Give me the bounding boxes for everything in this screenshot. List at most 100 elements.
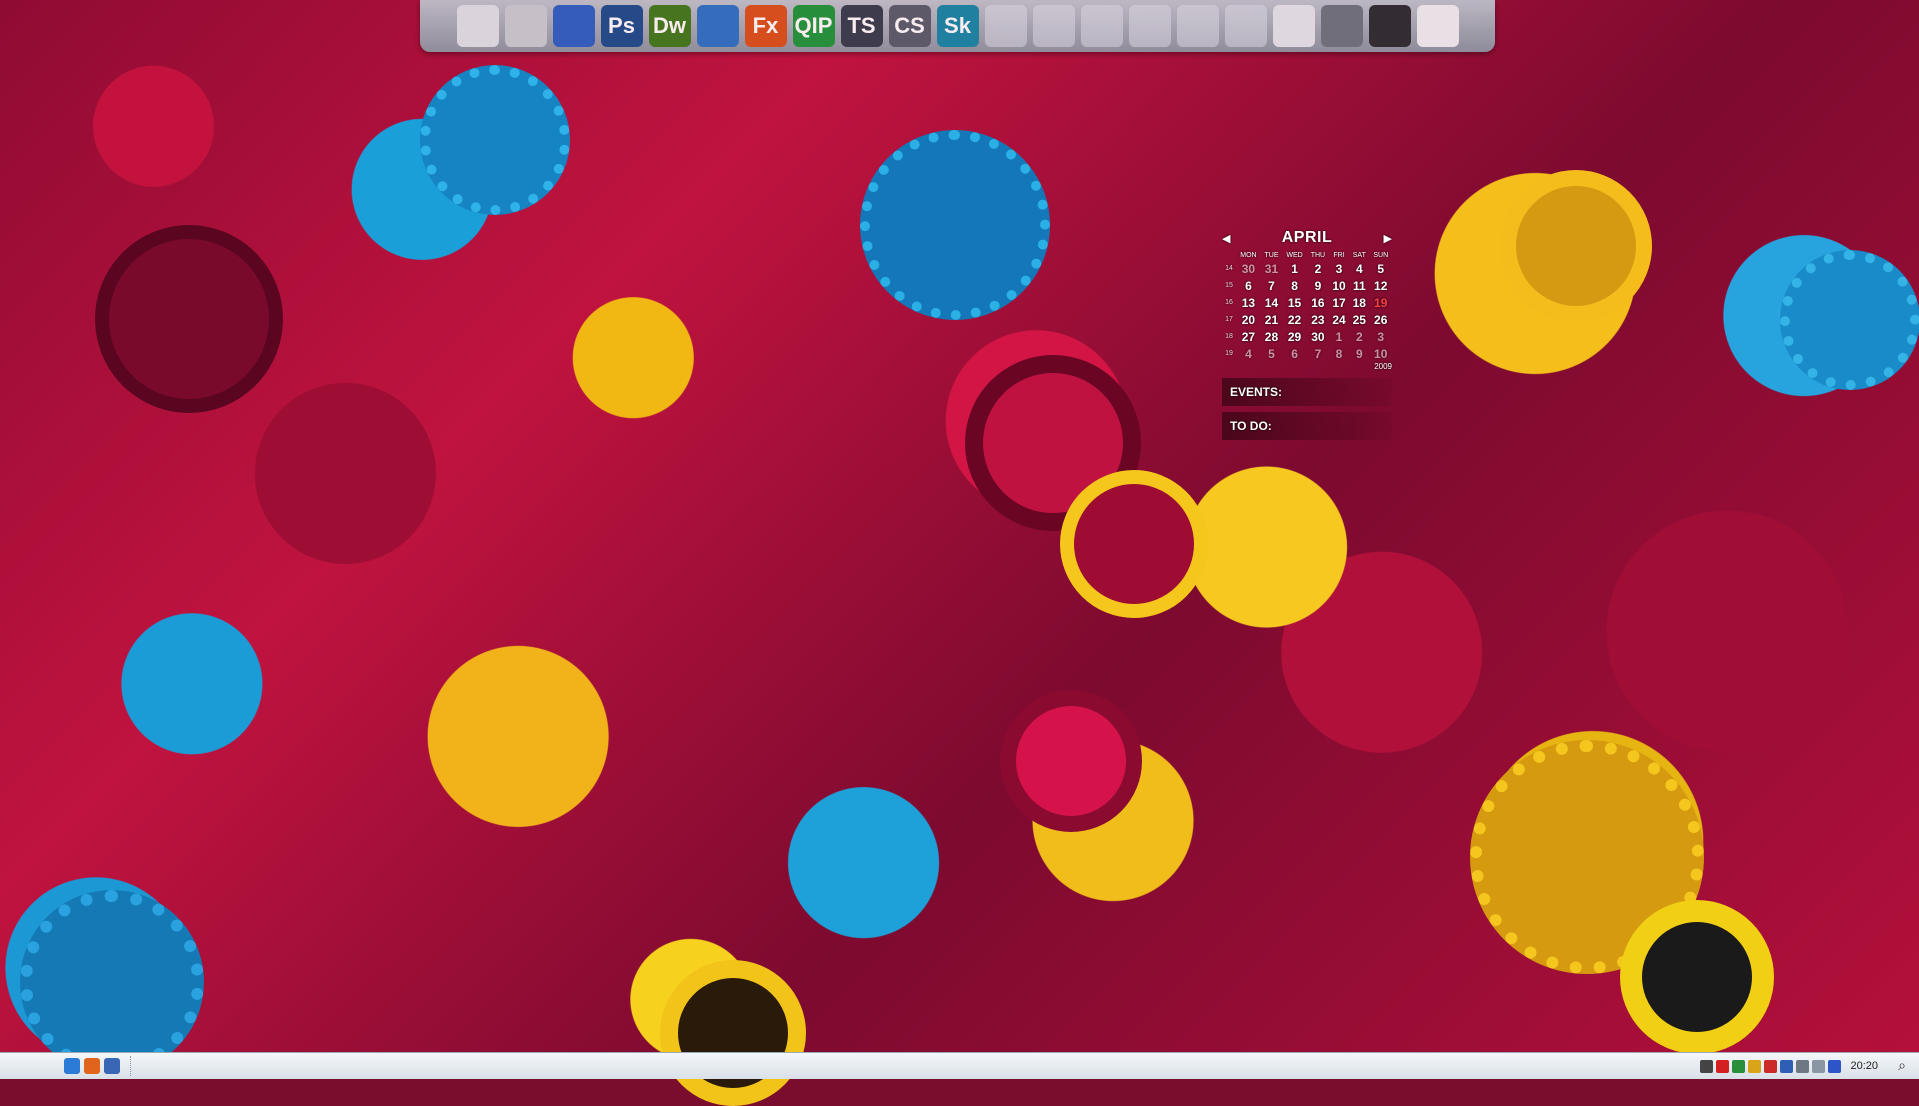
firefox-icon[interactable]: Fx — [744, 5, 787, 47]
wallpaper-ring — [20, 890, 204, 1074]
ie-icon[interactable] — [64, 1058, 80, 1074]
calendar-day[interactable]: 13 — [1236, 294, 1261, 311]
calendar-day[interactable]: 18 — [1349, 294, 1369, 311]
calendar-day[interactable]: 10 — [1369, 345, 1392, 362]
calendar-widget[interactable]: ◀ APRIL ▶ MON TUE WED THU FRI SAT SUN 14 30 31 1 2… — [1222, 228, 1392, 440]
calendar-header: ◀ APRIL ▶ — [1222, 228, 1392, 248]
notes-icon[interactable] — [456, 5, 499, 47]
documents-icon[interactable] — [1224, 5, 1267, 47]
calendar-day[interactable]: 7 — [1307, 345, 1329, 362]
calendar-day[interactable]: 6 — [1282, 345, 1307, 362]
window-icon[interactable] — [1416, 5, 1459, 47]
recycle-bin-icon[interactable] — [1272, 5, 1315, 47]
calendar-day[interactable]: 4 — [1236, 345, 1261, 362]
calendar-day[interactable]: 1 — [1282, 260, 1307, 277]
calendar-day[interactable]: 22 — [1282, 311, 1307, 328]
globe-app-icon[interactable] — [696, 5, 739, 47]
photoshop-icon[interactable]: Ps — [600, 5, 643, 47]
calendar-day[interactable]: 11 — [1349, 277, 1369, 294]
qip-icon[interactable]: QIP — [792, 5, 835, 47]
calendar-todo-section[interactable]: TO DO: — [1222, 412, 1392, 440]
dreamweaver-icon[interactable]: Dw — [648, 5, 691, 47]
taskbar-clock[interactable]: 20:20 — [1850, 1060, 1878, 1072]
volume-icon[interactable] — [1796, 1059, 1810, 1073]
calendar-day[interactable]: 7 — [1261, 277, 1282, 294]
shield-icon[interactable] — [1748, 1059, 1762, 1073]
wallpaper-ring — [1500, 170, 1652, 322]
calendar-day[interactable]: 14 — [1261, 294, 1282, 311]
calendar-day[interactable]: 25 — [1349, 311, 1369, 328]
calendar-day[interactable]: 10 — [1329, 277, 1349, 294]
antivirus-icon[interactable] — [1716, 1059, 1730, 1073]
tower-icon[interactable] — [552, 5, 595, 47]
calendar-weekday-row: MON TUE WED THU FRI SAT SUN — [1222, 250, 1392, 260]
calendar-events-section[interactable]: EVENTS: — [1222, 378, 1392, 406]
events-label: EVENTS: — [1230, 385, 1283, 399]
music-icon[interactable] — [1032, 5, 1075, 47]
firefox-small-icon[interactable] — [84, 1058, 100, 1074]
search-icon[interactable]: ⌕ — [1891, 1058, 1913, 1074]
calendar-day[interactable]: 3 — [1329, 260, 1349, 277]
calendar-day[interactable]: 2 — [1349, 328, 1369, 345]
teamspeak-icon[interactable]: TS — [840, 5, 883, 47]
calendar-day[interactable]: 23 — [1307, 311, 1329, 328]
calendar-day[interactable]: 31 — [1261, 260, 1282, 277]
calendar-day[interactable]: 3 — [1369, 328, 1392, 345]
drive-icon[interactable] — [504, 5, 547, 47]
weekday-label: WED — [1286, 251, 1303, 259]
calendar-day[interactable]: 17 — [1329, 294, 1349, 311]
calendar-day[interactable]: 30 — [1236, 260, 1261, 277]
info-icon[interactable] — [984, 5, 1027, 47]
calendar-day[interactable]: 5 — [1261, 345, 1282, 362]
calendar-day[interactable]: 19 — [1369, 294, 1392, 311]
calendar-day[interactable]: 21 — [1261, 311, 1282, 328]
calendar-day[interactable]: 5 — [1369, 260, 1392, 277]
calendar-day[interactable]: 8 — [1282, 277, 1307, 294]
power-icon[interactable] — [1812, 1059, 1826, 1073]
calendar-week-row: 14 30 31 1 2 3 4 5 — [1222, 260, 1392, 277]
start-button[interactable] — [0, 1053, 42, 1080]
calendar-year: 2009 — [1374, 362, 1392, 371]
calendar-day[interactable]: 12 — [1369, 277, 1392, 294]
calendar-day[interactable]: 29 — [1282, 328, 1307, 345]
next-month-icon[interactable]: ▶ — [1384, 232, 1392, 245]
weekday-label: THU — [1310, 251, 1326, 259]
calendar-day[interactable]: 15 — [1282, 294, 1307, 311]
calendar-day[interactable]: 1 — [1329, 328, 1349, 345]
language-icon[interactable] — [1780, 1059, 1794, 1073]
network-icon[interactable] — [1128, 5, 1171, 47]
tools-icon[interactable] — [1320, 5, 1363, 47]
wallpaper-ring — [660, 960, 806, 1106]
calendar-day[interactable]: 8 — [1329, 345, 1349, 362]
calendar-day[interactable]: 4 — [1349, 260, 1369, 277]
calendar-day[interactable]: 20 — [1236, 311, 1261, 328]
counter-strike-icon[interactable]: CS — [888, 5, 931, 47]
calendar-day[interactable]: 16 — [1307, 294, 1329, 311]
network-tray-icon[interactable] — [1732, 1059, 1746, 1073]
wallpaper-ring — [1780, 250, 1919, 390]
pictures-icon[interactable] — [1176, 5, 1219, 47]
calendar-day[interactable]: 9 — [1307, 277, 1329, 294]
add-icon[interactable] — [1700, 1059, 1714, 1073]
calendar-week-row: 17 20 21 22 23 24 25 26 — [1222, 311, 1392, 328]
calendar-day[interactable]: 9 — [1349, 345, 1369, 362]
skype-icon[interactable]: Sk — [936, 5, 979, 47]
calendar-day[interactable]: 30 — [1307, 328, 1329, 345]
system-tray: 20:20 ⌕ — [1700, 1053, 1919, 1080]
calendar-day[interactable]: 6 — [1236, 277, 1261, 294]
flag-icon[interactable] — [1764, 1059, 1778, 1073]
bluetooth-icon[interactable] — [1828, 1059, 1842, 1073]
calendar-day[interactable]: 27 — [1236, 328, 1261, 345]
user-icon[interactable] — [1080, 5, 1123, 47]
keyboard-icon[interactable] — [1368, 5, 1411, 47]
calendar-day[interactable]: 2 — [1307, 260, 1329, 277]
calendar-day[interactable]: 28 — [1261, 328, 1282, 345]
week-number: 15 — [1225, 282, 1233, 289]
calendar-day[interactable]: 26 — [1369, 311, 1392, 328]
calendar-week-row: 15 6 7 8 9 10 11 12 — [1222, 277, 1392, 294]
show-desktop-icon[interactable] — [104, 1058, 120, 1074]
calendar-day[interactable]: 24 — [1329, 311, 1349, 328]
previous-month-icon[interactable]: ◀ — [1222, 232, 1230, 245]
desktop-wallpaper — [0, 0, 1919, 1106]
weekday-label: TUE — [1264, 251, 1279, 259]
